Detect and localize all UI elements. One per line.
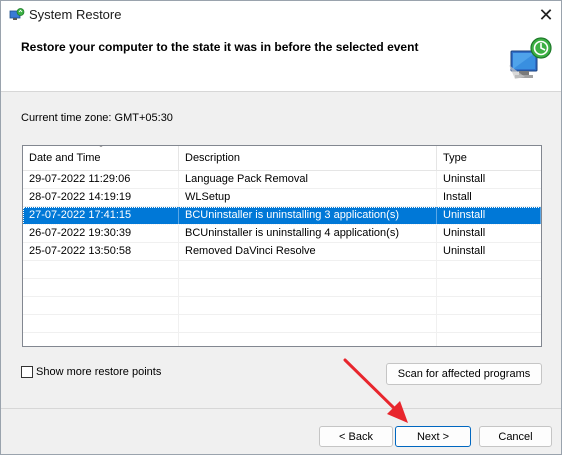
row-date: 25-07-2022 13:50:58 [23, 243, 179, 260]
sort-descending-icon: ﹀ [97, 145, 105, 153]
window-title: System Restore [29, 7, 122, 22]
table-row[interactable]: 26-07-2022 19:30:39 BCUninstaller is uni… [23, 225, 541, 243]
column-header-description[interactable]: Description [179, 146, 437, 170]
system-restore-icon [9, 8, 25, 20]
table-row[interactable]: 28-07-2022 14:19:19 WLSetup Install [23, 189, 541, 207]
empty-row [23, 333, 541, 346]
row-description: Language Pack Removal [179, 171, 437, 188]
row-type: Uninstall [443, 173, 486, 185]
row-type: Install [443, 191, 472, 203]
column-header-type-label: Type [443, 152, 467, 164]
row-description: Removed DaVinci Resolve [179, 243, 437, 260]
empty-row [23, 297, 541, 315]
column-header-type[interactable]: Type [437, 146, 541, 170]
back-button[interactable]: < Back [319, 426, 393, 447]
row-date: 28-07-2022 14:19:19 [23, 189, 179, 206]
empty-row [23, 315, 541, 333]
close-button[interactable]: ✕ [531, 1, 561, 29]
row-description: WLSetup [179, 189, 437, 206]
column-header-description-label: Description [185, 152, 241, 164]
table-row[interactable]: 29-07-2022 11:29:06 Language Pack Remova… [23, 171, 541, 189]
list-rows: 29-07-2022 11:29:06 Language Pack Remova… [23, 171, 541, 346]
empty-row [23, 279, 541, 297]
cancel-button[interactable]: Cancel [479, 426, 552, 447]
show-more-restore-points-option[interactable]: Show more restore points [21, 366, 161, 378]
title-bar: System Restore ✕ [1, 1, 561, 29]
row-date: 26-07-2022 19:30:39 [23, 225, 179, 242]
empty-row [23, 261, 541, 279]
next-button[interactable]: Next > [395, 426, 471, 447]
show-more-checkbox[interactable] [21, 366, 33, 378]
table-row-selected[interactable]: 27-07-2022 17:41:15 BCUninstaller is uni… [23, 207, 541, 225]
column-header-date[interactable]: ﹀ Date and Time [23, 146, 179, 170]
row-description: BCUninstaller is uninstalling 3 applicat… [179, 207, 437, 224]
close-icon: ✕ [538, 4, 554, 25]
show-more-label: Show more restore points [36, 366, 162, 378]
row-type: Uninstall [437, 207, 541, 224]
scan-affected-programs-button[interactable]: Scan for affected programs [386, 363, 542, 385]
timezone-label: Current time zone: GMT+05:30 [21, 112, 173, 124]
page-title: Restore your computer to the state it wa… [21, 40, 419, 54]
list-header: ﹀ Date and Time Description Type [23, 146, 541, 171]
column-header-date-label: Date and Time [29, 152, 101, 164]
row-type: Uninstall [443, 245, 486, 257]
row-type: Uninstall [443, 227, 486, 239]
table-row[interactable]: 25-07-2022 13:50:58 Removed DaVinci Reso… [23, 243, 541, 261]
row-date: 29-07-2022 11:29:06 [23, 171, 179, 188]
header-panel: Restore your computer to the state it wa… [1, 29, 561, 92]
restore-points-list[interactable]: ﹀ Date and Time Description Type 29-07-2… [22, 145, 542, 347]
system-restore-window: System Restore ✕ Restore your computer t… [0, 0, 562, 455]
restore-monitor-icon [509, 37, 552, 79]
footer-divider [1, 408, 561, 409]
row-date: 27-07-2022 17:41:15 [23, 207, 179, 224]
row-description: BCUninstaller is uninstalling 4 applicat… [179, 225, 437, 242]
